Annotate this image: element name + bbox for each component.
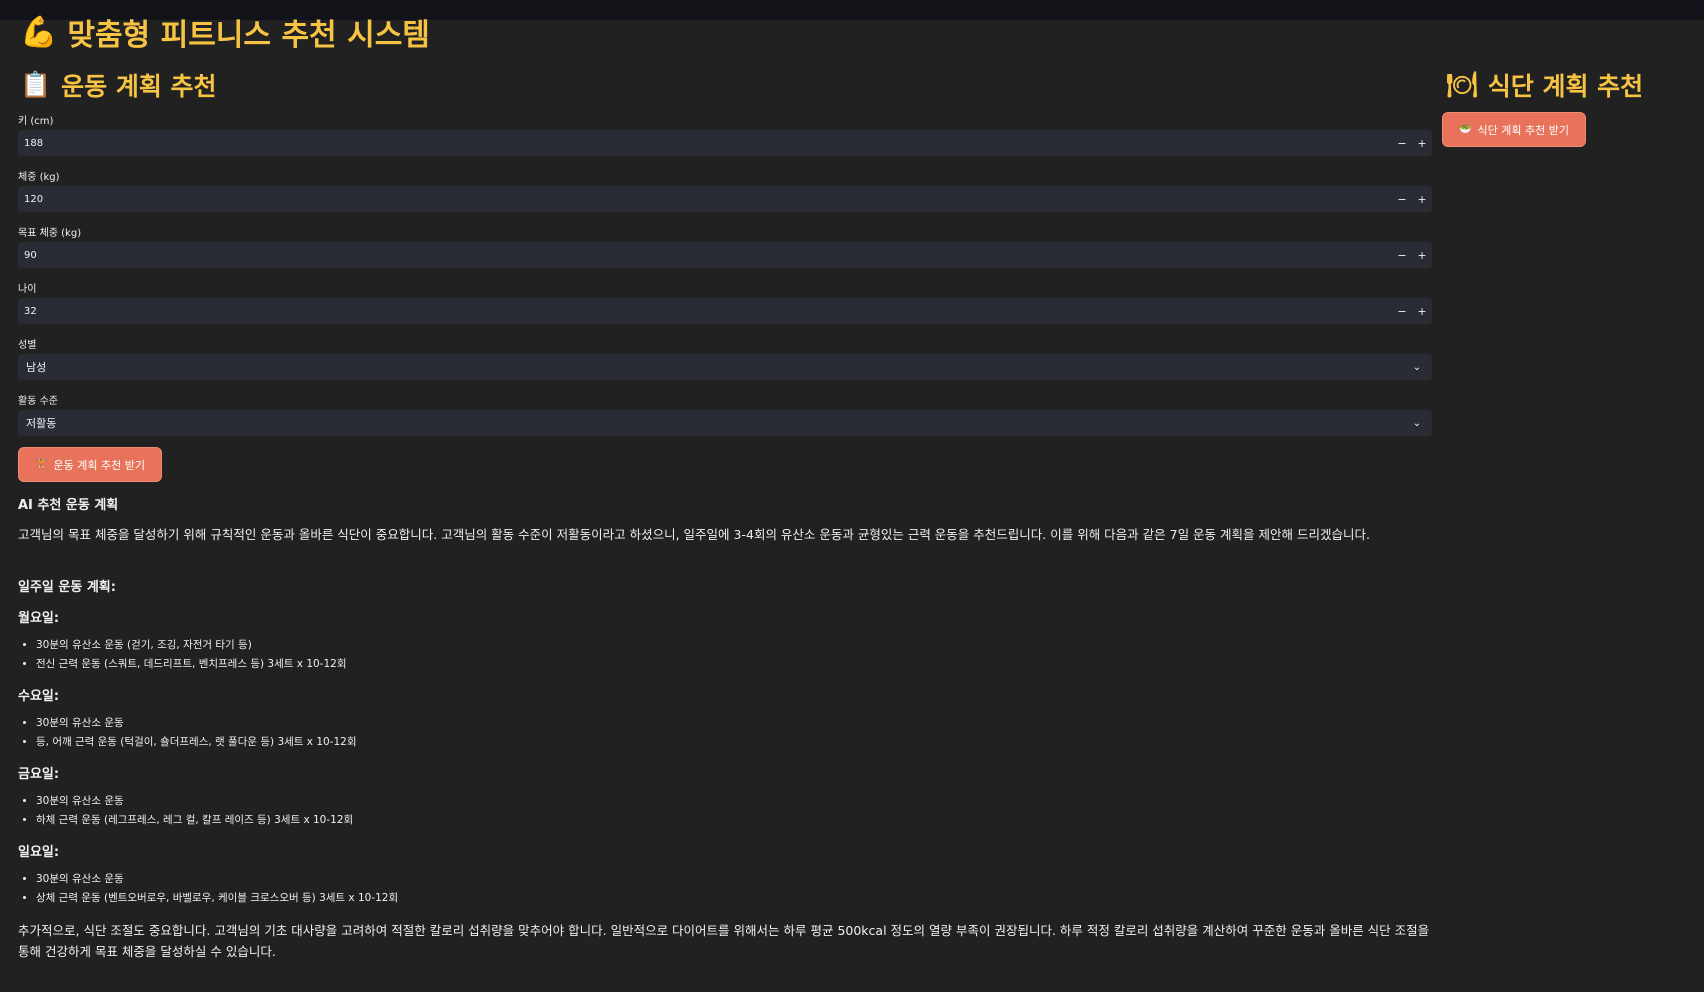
height-value[interactable]: 188: [18, 138, 1392, 149]
activity-label: 활동 수준: [18, 396, 58, 407]
list-item: 30분의 유산소 운동: [36, 792, 353, 811]
day-heading-wednesday: 수요일:: [18, 689, 60, 704]
chevron-down-icon[interactable]: ⌄: [1402, 418, 1432, 429]
list-item: 전신 근력 운동 (스쿼트, 데드리프트, 벤치프레스 등) 3세트 x 10-…: [36, 655, 347, 674]
target-weight-label: 목표 체중 (kg): [18, 228, 82, 239]
age-value[interactable]: 32: [18, 306, 1392, 317]
day-heading-friday: 금요일:: [18, 767, 60, 782]
wednesday-list: 30분의 유산소 운동 등, 어깨 근력 운동 (턱걸이, 숄더프레스, 랫 풀…: [18, 714, 357, 752]
sunday-list: 30분의 유산소 운동 상체 근력 운동 (벤트오버로우, 바벨로우, 케이블 …: [18, 870, 398, 908]
exercise-section-title: 📋 운동 계획 추천: [20, 67, 217, 103]
weightlifter-icon: 🏋: [35, 459, 48, 470]
chevron-down-icon[interactable]: ⌄: [1402, 362, 1432, 373]
day-heading-sunday: 일요일:: [18, 845, 60, 860]
list-item: 상체 근력 운동 (벤트오버로우, 바벨로우, 케이블 크로스오버 등) 3세트…: [36, 889, 398, 908]
age-decrement-button[interactable]: −: [1392, 298, 1412, 324]
list-item: 30분의 유산소 운동: [36, 714, 357, 733]
gender-select[interactable]: 남성 ⌄: [18, 354, 1432, 380]
target-weight-decrement-button[interactable]: −: [1392, 242, 1412, 268]
list-item: 30분의 유산소 운동 (걷기, 조깅, 자전거 타기 등): [36, 636, 347, 655]
height-label: 키 (cm): [18, 116, 54, 127]
page-title: 💪 맞춤형 피트니스 추천 시스템: [20, 14, 430, 54]
exercise-recommend-button[interactable]: 🏋 운동 계획 추천 받기: [18, 447, 162, 482]
list-item: 30분의 유산소 운동: [36, 870, 398, 889]
age-input[interactable]: 32 − +: [18, 298, 1432, 324]
diet-recommend-button[interactable]: 🥗 식단 계획 추천 받기: [1442, 112, 1586, 147]
clipboard-icon: 📋: [20, 70, 52, 99]
result-heading: AI 추천 운동 계획: [18, 498, 119, 513]
gender-label: 성별: [18, 340, 37, 351]
height-input[interactable]: 188 − +: [18, 130, 1432, 156]
list-item: 하체 근력 운동 (레그프레스, 레그 컬, 칼프 레이즈 등) 3세트 x 1…: [36, 811, 353, 830]
weight-label: 체중 (kg): [18, 172, 60, 183]
weight-input[interactable]: 120 − +: [18, 186, 1432, 212]
list-item: 등, 어깨 근력 운동 (턱걸이, 숄더프레스, 랫 풀다운 등) 3세트 x …: [36, 733, 357, 752]
age-label: 나이: [18, 284, 37, 295]
salad-icon: 🥗: [1459, 124, 1472, 135]
result-intro: 고객님의 목표 체중을 달성하기 위해 규칙적인 운동과 올바른 식단이 중요합…: [18, 527, 1370, 542]
weight-decrement-button[interactable]: −: [1392, 186, 1412, 212]
friday-list: 30분의 유산소 운동 하체 근력 운동 (레그프레스, 레그 컬, 칼프 레이…: [18, 792, 353, 830]
target-weight-value[interactable]: 90: [18, 250, 1392, 261]
monday-list: 30분의 유산소 운동 (걷기, 조깅, 자전거 타기 등) 전신 근력 운동 …: [18, 636, 347, 674]
page-title-text: 맞춤형 피트니스 추천 시스템: [67, 18, 430, 53]
weight-increment-button[interactable]: +: [1412, 186, 1432, 212]
plate-icon: 🍽: [1446, 70, 1478, 99]
gender-selected-value: 남성: [26, 361, 47, 374]
weight-value[interactable]: 120: [18, 194, 1392, 205]
exercise-section-title-text: 운동 계획 추천: [61, 72, 217, 101]
flexed-biceps-icon: 💪: [20, 14, 58, 50]
height-decrement-button[interactable]: −: [1392, 130, 1412, 156]
activity-select[interactable]: 저활동 ⌄: [18, 410, 1432, 436]
height-increment-button[interactable]: +: [1412, 130, 1432, 156]
diet-section-title-text: 식단 계획 추천: [1487, 72, 1644, 101]
exercise-recommend-button-label: 운동 계획 추천 받기: [53, 458, 145, 472]
target-weight-increment-button[interactable]: +: [1412, 242, 1432, 268]
target-weight-input[interactable]: 90 − +: [18, 242, 1432, 268]
diet-recommend-button-label: 식단 계획 추천 받기: [1477, 123, 1569, 137]
weekly-plan-heading: 일주일 운동 계획:: [18, 580, 116, 595]
age-increment-button[interactable]: +: [1412, 298, 1432, 324]
day-heading-monday: 월요일:: [18, 611, 60, 626]
diet-section-title: 🍽 식단 계획 추천: [1446, 67, 1643, 103]
activity-selected-value: 저활동: [26, 417, 57, 430]
result-outro: 추가적으로, 식단 조절도 중요합니다. 고객님의 기초 대사량을 고려하여 적…: [18, 923, 1430, 959]
